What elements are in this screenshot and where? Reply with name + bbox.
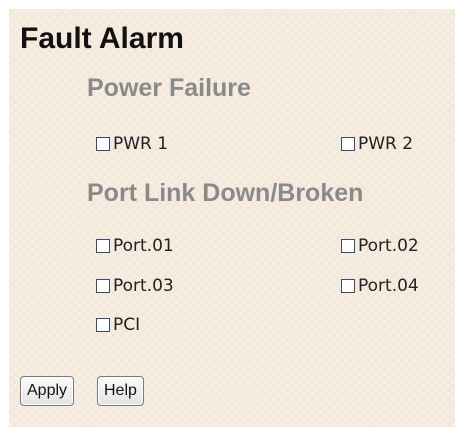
pci-checkbox[interactable] xyxy=(96,318,110,332)
pci-checkbox-item[interactable]: PCI xyxy=(96,314,140,336)
help-button[interactable]: Help xyxy=(97,376,144,406)
apply-button[interactable]: Apply xyxy=(20,376,75,406)
port03-label: Port.03 xyxy=(113,276,174,296)
port03-checkbox[interactable] xyxy=(96,279,110,293)
pwr1-checkbox-item[interactable]: PWR 1 xyxy=(96,133,168,155)
pwr1-label: PWR 1 xyxy=(113,134,169,154)
port04-checkbox-item[interactable]: Port.04 xyxy=(341,275,419,297)
port02-checkbox[interactable] xyxy=(341,239,355,253)
port-link-heading: Port Link Down/Broken xyxy=(87,179,364,207)
port02-label: Port.02 xyxy=(358,236,419,256)
port03-checkbox-item[interactable]: Port.03 xyxy=(96,275,174,297)
pwr2-checkbox-item[interactable]: PWR 2 xyxy=(341,133,413,155)
fault-alarm-panel: Fault Alarm Power Failure PWR 1 PWR 2 Po… xyxy=(9,9,455,427)
port01-checkbox-item[interactable]: Port.01 xyxy=(96,235,174,257)
port01-checkbox[interactable] xyxy=(96,239,110,253)
port02-checkbox-item[interactable]: Port.02 xyxy=(341,235,419,257)
pwr2-label: PWR 2 xyxy=(358,134,414,154)
pwr1-checkbox[interactable] xyxy=(96,137,110,151)
power-failure-heading: Power Failure xyxy=(87,74,251,102)
pci-label: PCI xyxy=(113,315,141,335)
port04-checkbox[interactable] xyxy=(341,279,355,293)
page-title: Fault Alarm xyxy=(20,22,184,55)
pwr2-checkbox[interactable] xyxy=(341,137,355,151)
port01-label: Port.01 xyxy=(113,236,174,256)
port04-label: Port.04 xyxy=(358,276,419,296)
